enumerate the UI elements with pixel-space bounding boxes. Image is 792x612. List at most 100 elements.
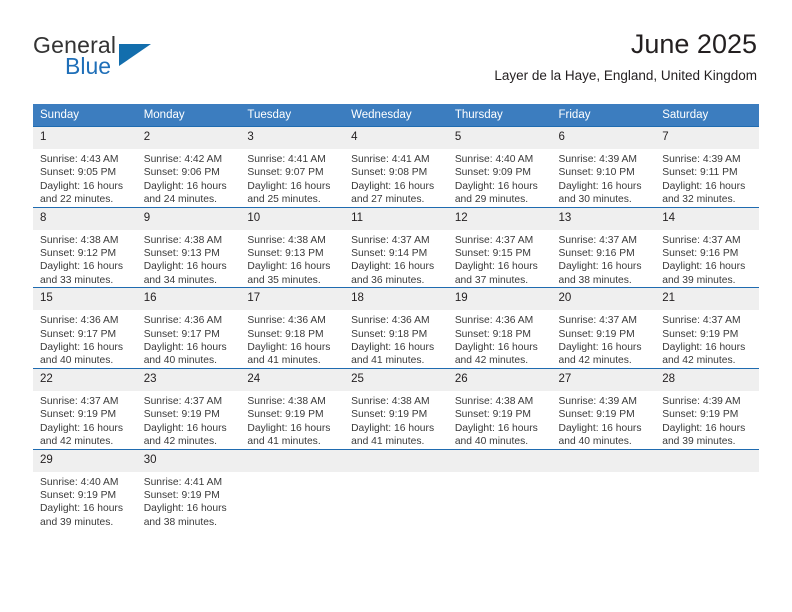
day-number xyxy=(344,449,448,472)
calendar-day-cell[interactable]: 29 Sunrise: 4:40 AM Sunset: 9:19 PM Dayligh… xyxy=(33,448,137,530)
calendar-day-cell[interactable]: 15 Sunrise: 4:36 AM Sunset: 9:17 PM Dayligh… xyxy=(33,287,137,369)
calendar-day-cell[interactable]: 12 Sunrise: 4:37 AM Sunset: 9:15 PM Dayligh… xyxy=(447,206,552,288)
day-number: 5 xyxy=(447,127,552,149)
day-detail-block: Sunrise: 4:37 AM Sunset: 9:19 PM Daylight:… xyxy=(137,391,241,449)
sunset-time: Sunset: 9:19 PM xyxy=(40,489,117,501)
calendar-day-cell[interactable]: 4 Sunrise: 4:41 AM Sunset: 9:08 PM Daylight… xyxy=(344,126,448,208)
daylight-duration-line1: Daylight: 16 hours xyxy=(662,342,746,354)
daylight-duration-line1: Daylight: 16 hours xyxy=(143,261,227,273)
daylight-duration-line2: and 41 minutes. xyxy=(247,436,321,448)
daylight-duration-line2: and 40 minutes. xyxy=(454,436,529,448)
calendar-day-cell[interactable]: 1 Sunrise: 4:43 AM Sunset: 9:05 PM Daylight… xyxy=(33,126,137,208)
daylight-duration-line1: Daylight: 16 hours xyxy=(40,180,123,192)
calendar-day-cell[interactable]: 18 Sunrise: 4:36 AM Sunset: 9:18 PM Dayligh… xyxy=(344,287,448,369)
calendar-day-cell[interactable]: 20 Sunrise: 4:37 AM Sunset: 9:19 PM Dayligh… xyxy=(551,287,656,369)
day-detail-block: Sunrise: 4:37 AM Sunset: 9:16 PM Daylight:… xyxy=(552,230,656,288)
sunrise-time: Sunrise: 4:39 AM xyxy=(558,395,637,407)
daylight-duration-line2: and 41 minutes. xyxy=(351,355,425,367)
sunset-time: Sunset: 9:08 PM xyxy=(351,167,428,179)
day-detail-block: Sunrise: 4:36 AM Sunset: 9:18 PM Daylight:… xyxy=(448,310,552,368)
daylight-duration-line2: and 39 minutes. xyxy=(662,436,736,448)
calendar-day-cell[interactable]: 6 Sunrise: 4:39 AM Sunset: 9:10 PM Daylight… xyxy=(551,126,656,208)
day-number: 17 xyxy=(240,288,345,311)
day-number: 15 xyxy=(33,288,137,311)
calendar-day-cell[interactable]: 23 Sunrise: 4:37 AM Sunset: 9:19 PM Dayligh… xyxy=(136,367,241,449)
calendar-day-cell[interactable]: 14 Sunrise: 4:37 AM Sunset: 9:16 PM Dayligh… xyxy=(655,206,759,288)
sunset-time: Sunset: 9:06 PM xyxy=(143,167,220,179)
sunrise-time: Sunrise: 4:40 AM xyxy=(454,154,534,165)
sunrise-time: Sunrise: 4:38 AM xyxy=(143,234,223,246)
calendar-week-row: 1 Sunrise: 4:43 AM Sunset: 9:05 PM Daylight… xyxy=(33,126,759,208)
daylight-duration-line2: and 32 minutes. xyxy=(662,194,736,206)
calendar-day-cell-empty xyxy=(240,448,345,530)
calendar-container: Sunday Monday Tuesday Wednesday Thursday Frid… xyxy=(33,104,759,530)
sunrise-time: Sunrise: 4:37 AM xyxy=(351,234,430,246)
day-detail-block: Sunrise: 4:37 AM Sunset: 9:19 PM Daylight:… xyxy=(33,391,137,449)
calendar-day-cell[interactable]: 26 Sunrise: 4:38 AM Sunset: 9:19 PM Dayligh… xyxy=(447,367,552,449)
sunset-time: Sunset: 9:19 PM xyxy=(143,409,220,421)
daylight-duration-line2: and 36 minutes. xyxy=(351,274,425,286)
calendar-day-cell[interactable]: 24 Sunrise: 4:38 AM Sunset: 9:19 PM Dayligh… xyxy=(240,367,345,449)
calendar-day-cell[interactable]: 11 Sunrise: 4:37 AM Sunset: 9:14 PM Dayligh… xyxy=(344,206,448,288)
daylight-duration-line1: Daylight: 16 hours xyxy=(662,422,746,434)
sunrise-time: Sunrise: 4:37 AM xyxy=(143,395,223,407)
day-detail-block: Sunrise: 4:40 AM Sunset: 9:09 PM Daylight:… xyxy=(448,149,552,207)
day-number: 13 xyxy=(551,207,656,230)
calendar-day-cell[interactable]: 28 Sunrise: 4:39 AM Sunset: 9:19 PM Dayligh… xyxy=(655,367,759,449)
general-blue-logo[interactable]: General Blue xyxy=(33,32,223,79)
calendar-day-cell[interactable]: 10 Sunrise: 4:38 AM Sunset: 9:13 PM Dayligh… xyxy=(240,206,345,288)
day-detail-block: Sunrise: 4:41 AM Sunset: 9:08 PM Daylight:… xyxy=(344,149,448,207)
calendar-day-cell[interactable]: 27 Sunrise: 4:39 AM Sunset: 9:19 PM Dayligh… xyxy=(551,367,656,449)
sunrise-time: Sunrise: 4:36 AM xyxy=(351,315,430,327)
daylight-duration-line1: Daylight: 16 hours xyxy=(247,422,331,434)
daylight-duration-line1: Daylight: 16 hours xyxy=(143,342,227,354)
calendar-day-cell[interactable]: 30 Sunrise: 4:41 AM Sunset: 9:19 PM Dayligh… xyxy=(136,448,241,530)
day-detail-block: Sunrise: 4:36 AM Sunset: 9:17 PM Daylight:… xyxy=(33,310,137,368)
daylight-duration-line1: Daylight: 16 hours xyxy=(558,261,642,273)
day-detail-block: Sunrise: 4:39 AM Sunset: 9:19 PM Daylight:… xyxy=(552,391,656,449)
page-title: June 2025 xyxy=(630,29,757,59)
sunrise-time: Sunrise: 4:41 AM xyxy=(143,476,223,488)
calendar-day-cell[interactable]: 8 Sunrise: 4:38 AM Sunset: 9:12 PM Daylight… xyxy=(33,206,137,288)
sunrise-time: Sunrise: 4:38 AM xyxy=(40,234,119,246)
sunset-time: Sunset: 9:12 PM xyxy=(40,248,117,260)
sunrise-time: Sunrise: 4:40 AM xyxy=(40,476,119,488)
calendar-day-cell[interactable]: 5 Sunrise: 4:40 AM Sunset: 9:09 PM Daylight… xyxy=(447,126,552,208)
calendar-day-cell[interactable]: 19 Sunrise: 4:36 AM Sunset: 9:18 PM Dayligh… xyxy=(447,287,552,369)
calendar-day-cell[interactable]: 3 Sunrise: 4:41 AM Sunset: 9:07 PM Daylight… xyxy=(240,126,345,208)
calendar-day-cell[interactable]: 21 Sunrise: 4:37 AM Sunset: 9:19 PM Dayligh… xyxy=(655,287,759,369)
day-number: 20 xyxy=(551,288,656,311)
calendar-day-cell[interactable]: 2 Sunrise: 4:42 AM Sunset: 9:06 PM Daylight… xyxy=(136,126,241,208)
daylight-duration-line1: Daylight: 16 hours xyxy=(351,342,435,354)
sunrise-time: Sunrise: 4:38 AM xyxy=(247,234,326,246)
daylight-duration-line2: and 42 minutes. xyxy=(558,355,632,367)
calendar-day-cell[interactable]: 25 Sunrise: 4:38 AM Sunset: 9:19 PM Dayligh… xyxy=(344,367,448,449)
day-detail-block: Sunrise: 4:38 AM Sunset: 9:19 PM Daylight:… xyxy=(344,391,448,449)
day-detail-block: Sunrise: 4:42 AM Sunset: 9:06 PM Daylight:… xyxy=(137,149,241,207)
daylight-duration-line2: and 41 minutes. xyxy=(247,355,321,367)
calendar-day-cell[interactable]: 17 Sunrise: 4:36 AM Sunset: 9:18 PM Dayligh… xyxy=(240,287,345,369)
day-number: 18 xyxy=(344,288,448,311)
sunrise-time: Sunrise: 4:41 AM xyxy=(351,154,430,165)
day-number: 14 xyxy=(655,207,759,230)
calendar-day-cell[interactable]: 22 Sunrise: 4:37 AM Sunset: 9:19 PM Dayligh… xyxy=(33,367,137,449)
calendar-day-cell[interactable]: 9 Sunrise: 4:38 AM Sunset: 9:13 PM Daylight… xyxy=(136,206,241,288)
daylight-duration-line1: Daylight: 16 hours xyxy=(454,180,538,192)
daylight-duration-line2: and 41 minutes. xyxy=(351,436,425,448)
sunrise-time: Sunrise: 4:38 AM xyxy=(351,395,430,407)
day-detail-block: Sunrise: 4:37 AM Sunset: 9:19 PM Daylight:… xyxy=(655,310,759,368)
calendar-day-cell[interactable]: 13 Sunrise: 4:37 AM Sunset: 9:16 PM Dayligh… xyxy=(551,206,656,288)
calendar-day-cell[interactable]: 16 Sunrise: 4:36 AM Sunset: 9:17 PM Dayligh… xyxy=(136,287,241,369)
day-number: 23 xyxy=(136,368,241,391)
sunset-time: Sunset: 9:19 PM xyxy=(351,409,428,421)
day-number: 19 xyxy=(447,288,552,311)
daylight-duration-line2: and 40 minutes. xyxy=(558,436,632,448)
day-number xyxy=(551,449,656,472)
daylight-duration-line1: Daylight: 16 hours xyxy=(143,180,227,192)
weekday-header-thursday: Thursday xyxy=(447,104,552,127)
calendar-day-cell[interactable]: 7 Sunrise: 4:39 AM Sunset: 9:11 PM Daylight… xyxy=(655,126,759,208)
day-detail-block: Sunrise: 4:41 AM Sunset: 9:07 PM Daylight:… xyxy=(240,149,344,207)
day-detail-block: Sunrise: 4:36 AM Sunset: 9:17 PM Daylight:… xyxy=(137,310,241,368)
sunrise-time: Sunrise: 4:38 AM xyxy=(247,395,326,407)
daylight-duration-line2: and 24 minutes. xyxy=(143,194,217,206)
